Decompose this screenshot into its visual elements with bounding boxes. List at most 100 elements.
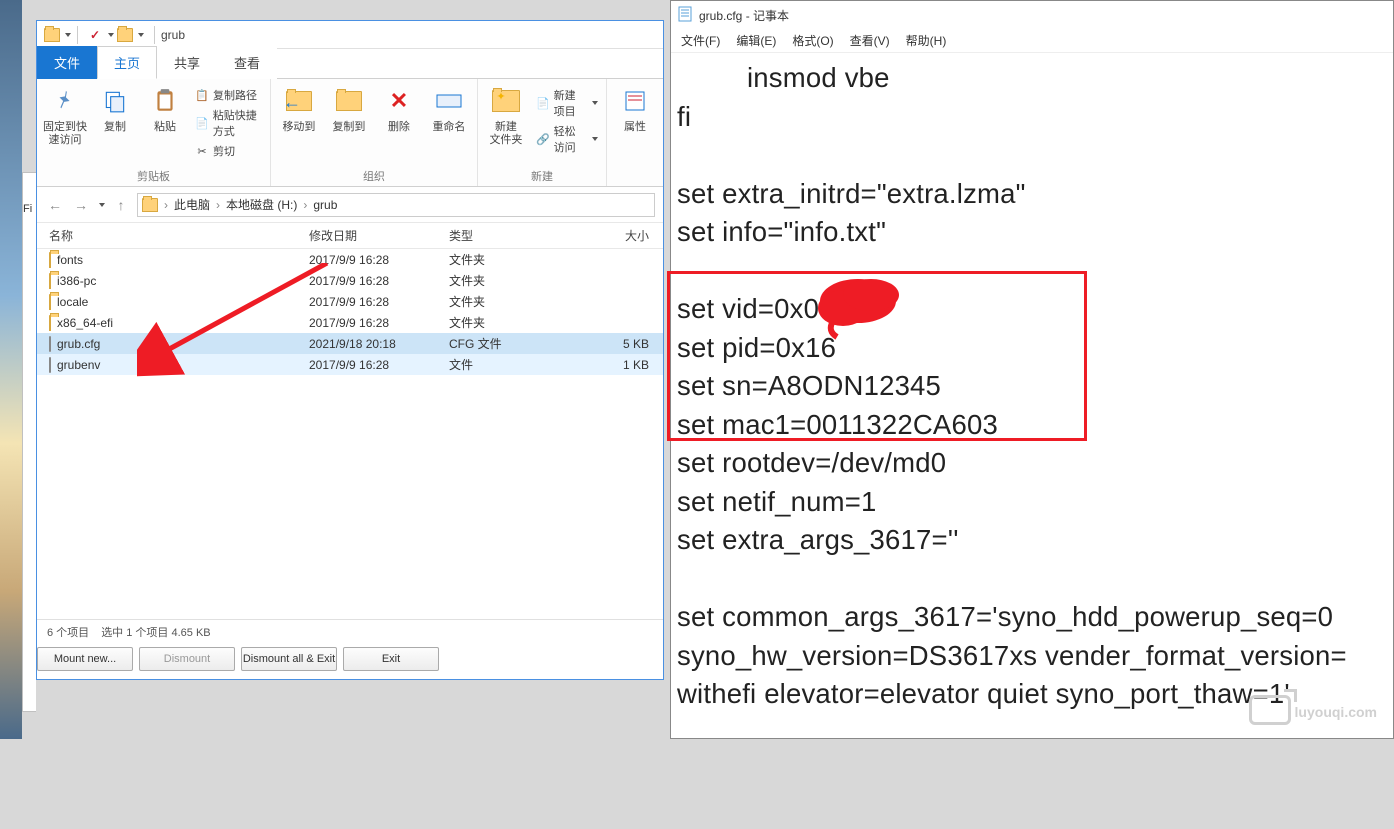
mount-new-button[interactable]: Mount new... — [37, 647, 133, 671]
cut-button[interactable]: ✂剪切 — [195, 143, 262, 159]
delete-button[interactable]: ✕ 删除 — [379, 83, 419, 136]
breadcrumb[interactable]: › 此电脑› 本地磁盘 (H:)› grub — [137, 193, 655, 217]
file-type: CFG 文件 — [449, 335, 569, 352]
status-selection: 选中 1 个项目 4.65 KB — [101, 624, 210, 640]
code-line: set info="info.txt" — [677, 216, 886, 247]
tab-home[interactable]: 主页 — [97, 46, 157, 79]
col-type[interactable]: 类型 — [449, 227, 569, 244]
file-icon — [49, 336, 51, 352]
file-row[interactable]: fonts 2017/9/9 16:28 文件夹 — [37, 249, 663, 270]
notepad-app-icon — [677, 6, 693, 25]
file-name: grub.cfg — [57, 337, 100, 351]
paste-shortcut-button[interactable]: 📄粘贴快捷方式 — [195, 107, 262, 139]
column-headers[interactable]: 名称 修改日期 类型 大小 — [37, 223, 663, 249]
folder-icon — [49, 315, 51, 331]
file-date: 2017/9/9 16:28 — [309, 253, 449, 267]
separator — [77, 26, 78, 44]
move-to-button[interactable]: ← 移动到 — [279, 83, 319, 136]
ribbon-group-label: 组织 — [271, 168, 477, 184]
new-folder-button[interactable]: ✦ 新建 文件夹 — [486, 83, 526, 149]
nav-history-dropdown[interactable] — [99, 203, 105, 207]
tab-file[interactable]: 文件 — [37, 46, 97, 79]
code-line: set mac1=0011322CA603 — [677, 409, 998, 440]
copy-to-button[interactable]: 复制到 — [329, 83, 369, 136]
desktop-wallpaper-sliver — [0, 0, 22, 739]
file-size: 1 KB — [569, 358, 649, 372]
explorer-titlebar[interactable]: ✓ grub — [37, 21, 663, 49]
file-row[interactable]: x86_64-efi 2017/9/9 16:28 文件夹 — [37, 312, 663, 333]
folder-icon — [44, 27, 60, 43]
dismount-all-exit-button[interactable]: Dismount all & Exit — [241, 647, 337, 671]
file-name: x86_64-efi — [57, 316, 113, 330]
window-title: grub — [161, 28, 185, 42]
file-list: 名称 修改日期 类型 大小 fonts 2017/9/9 16:28 文件夹 i… — [37, 223, 663, 653]
file-row[interactable]: locale 2017/9/9 16:28 文件夹 — [37, 291, 663, 312]
file-type: 文件夹 — [449, 293, 569, 310]
code-line: set extra_args_3617='' — [677, 524, 959, 555]
chevron-down-icon[interactable] — [65, 33, 71, 37]
col-name[interactable]: 名称 — [49, 227, 309, 244]
file-date: 2017/9/9 16:28 — [309, 274, 449, 288]
code-line: insmod vbe — [677, 59, 1393, 98]
file-date: 2021/9/18 20:18 — [309, 337, 449, 351]
ribbon-group-label: 剪贴板 — [37, 168, 270, 184]
chevron-down-icon[interactable] — [108, 33, 114, 37]
file-date: 2017/9/9 16:28 — [309, 316, 449, 330]
paste-button[interactable]: 粘贴 — [145, 83, 185, 136]
code-line: set netif_num=1 — [677, 486, 876, 517]
notepad-titlebar[interactable]: grub.cfg - 记事本 — [671, 1, 1393, 29]
file-row[interactable]: i386-pc 2017/9/9 16:28 文件夹 — [37, 270, 663, 291]
ribbon-body: 固定到快 速访问 复制 粘贴 📋复制路径 📄粘贴快捷方式 ✂剪切 剪贴板 — [37, 79, 663, 187]
nav-up-button[interactable]: ↑ — [111, 195, 131, 215]
file-size: 5 KB — [569, 337, 649, 351]
col-date[interactable]: 修改日期 — [309, 227, 449, 244]
chevron-down-icon[interactable] — [138, 33, 144, 37]
properties-button[interactable]: 属性 — [615, 83, 655, 136]
dismount-button[interactable]: Dismount — [139, 647, 235, 671]
menu-format[interactable]: 格式(O) — [792, 32, 833, 49]
ribbon-group-clipboard: 固定到快 速访问 复制 粘贴 📋复制路径 📄粘贴快捷方式 ✂剪切 剪贴板 — [37, 79, 271, 186]
pin-quickaccess-button[interactable]: 固定到快 速访问 — [45, 83, 85, 149]
code-line: set vid=0x0 — [677, 293, 819, 324]
nav-back-button[interactable]: ← — [45, 195, 65, 215]
code-line: set pid=0x16 — [677, 332, 836, 363]
copy-path-button[interactable]: 📋复制路径 — [195, 87, 262, 103]
menu-help[interactable]: 帮助(H) — [906, 32, 947, 49]
file-name: i386-pc — [57, 274, 96, 288]
file-date: 2017/9/9 16:28 — [309, 295, 449, 309]
folder-icon — [49, 252, 51, 268]
easy-access-button[interactable]: 🔗轻松访问 — [536, 123, 598, 155]
file-type: 文件 — [449, 356, 569, 373]
folder-icon — [49, 294, 51, 310]
separator — [154, 26, 155, 44]
code-line: set extra_initrd="extra.lzma" — [677, 178, 1026, 209]
breadcrumb-segment[interactable]: grub — [313, 198, 337, 212]
ribbon-group-properties: 属性 — [607, 79, 663, 186]
file-type: 文件夹 — [449, 251, 569, 268]
notepad-menubar: 文件(F) 编辑(E) 格式(O) 查看(V) 帮助(H) — [671, 29, 1393, 53]
code-line: set rootdev=/dev/md0 — [677, 447, 946, 478]
file-row[interactable]: grubenv 2017/9/9 16:28 文件 1 KB — [37, 354, 663, 375]
folder-icon — [142, 198, 158, 212]
code-line: syno_hw_version=DS3617xs vender_format_v… — [677, 640, 1347, 671]
code-line: set common_args_3617='syno_hdd_powerup_s… — [677, 601, 1333, 632]
file-name: grubenv — [57, 358, 100, 372]
menu-view[interactable]: 查看(V) — [850, 32, 890, 49]
exit-button[interactable]: Exit — [343, 647, 439, 671]
breadcrumb-segment[interactable]: 本地磁盘 (H:) — [226, 196, 297, 213]
menu-file[interactable]: 文件(F) — [681, 32, 720, 49]
tab-share[interactable]: 共享 — [157, 46, 217, 79]
breadcrumb-segment[interactable]: 此电脑 — [174, 196, 210, 213]
menu-edit[interactable]: 编辑(E) — [736, 32, 776, 49]
check-icon[interactable]: ✓ — [87, 27, 103, 43]
rename-button[interactable]: 重命名 — [429, 83, 469, 136]
nav-forward-button[interactable]: → — [71, 195, 91, 215]
status-item-count: 6 个项目 — [47, 624, 89, 640]
file-row[interactable]: grub.cfg 2021/9/18 20:18 CFG 文件 5 KB — [37, 333, 663, 354]
copy-button[interactable]: 复制 — [95, 83, 135, 136]
explorer-window: ✓ grub 文件 主页 共享 查看 固定到快 速访问 复制 — [36, 20, 664, 680]
bottom-button-bar: Mount new... Dismount Dismount all & Exi… — [27, 643, 449, 675]
tab-view[interactable]: 查看 — [217, 46, 277, 79]
new-item-button[interactable]: 📄新建项目 — [536, 87, 598, 119]
col-size[interactable]: 大小 — [569, 227, 649, 244]
